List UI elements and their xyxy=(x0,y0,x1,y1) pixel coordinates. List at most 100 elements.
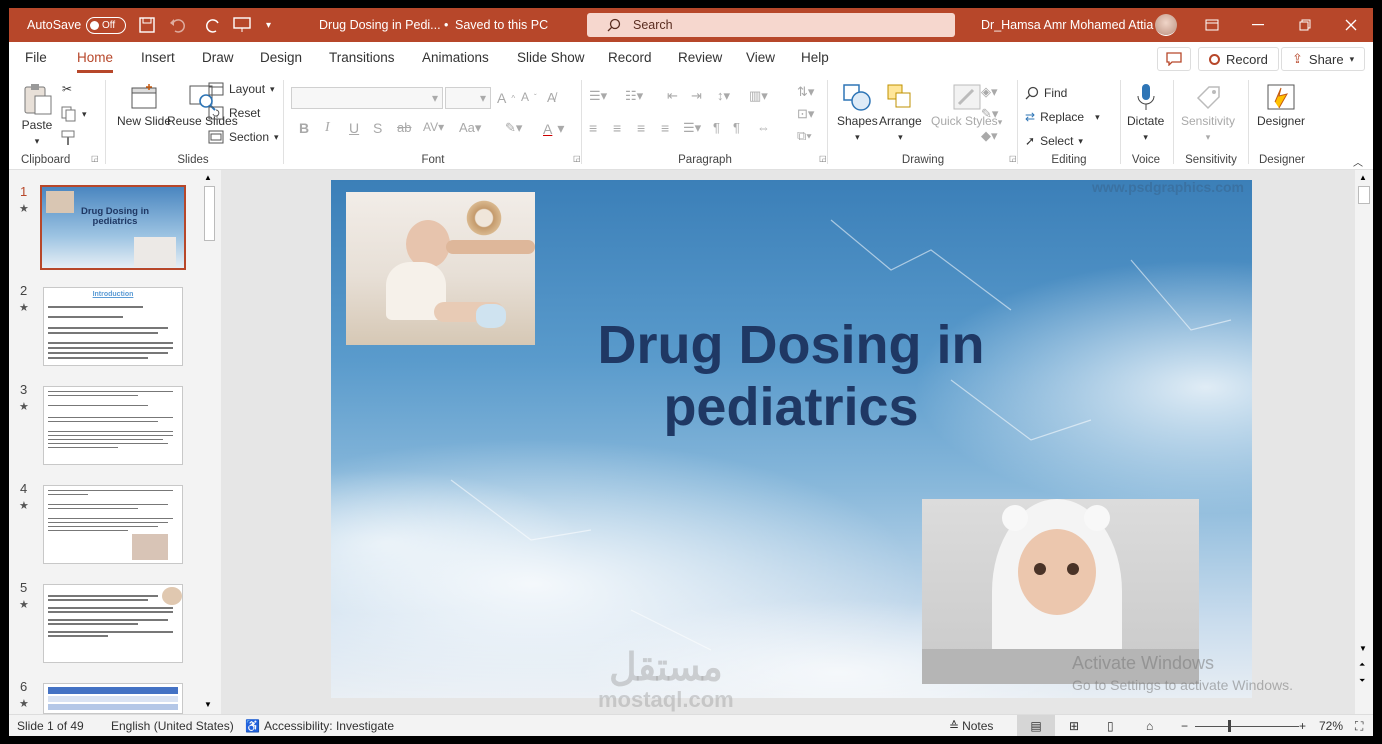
tab-animations[interactable]: Animations xyxy=(422,42,489,74)
save-icon[interactable] xyxy=(139,8,155,42)
notes-button[interactable]: ≙ Notes xyxy=(949,715,993,736)
decrease-indent-icon[interactable]: ⇤ xyxy=(667,88,678,104)
thumbnail-slide-3[interactable] xyxy=(43,386,183,465)
strikethrough-icon[interactable]: ab xyxy=(397,120,411,135)
slide-thumbnails-pane[interactable]: 1 ★ Drug Dosing in pediatrics 2 ★ Introd… xyxy=(9,170,221,714)
normal-view-icon[interactable]: ▤ xyxy=(1017,715,1055,736)
font-name-select[interactable]: ▾ xyxy=(291,87,443,109)
share-button[interactable]: ⇪ Share ▾ xyxy=(1281,47,1366,71)
paragraph-dialog-launcher-icon[interactable]: ◲ xyxy=(819,154,827,163)
align-text-icon[interactable]: ⊡▾ xyxy=(797,106,814,122)
scroll-thumb[interactable] xyxy=(1358,186,1370,204)
slide-show-icon[interactable]: ⌂ xyxy=(1146,715,1153,736)
next-slide-icon[interactable]: ⏷ xyxy=(1359,676,1365,686)
shape-outline-icon[interactable]: ✎▾ xyxy=(981,106,998,122)
scroll-up-icon[interactable]: ▲ xyxy=(204,173,212,182)
drawing-dialog-launcher-icon[interactable]: ◲ xyxy=(1009,154,1017,163)
tab-insert[interactable]: Insert xyxy=(141,42,175,74)
tab-design[interactable]: Design xyxy=(260,42,302,74)
avatar[interactable] xyxy=(1155,8,1177,42)
close-icon[interactable] xyxy=(1345,8,1357,42)
collapse-ribbon-icon[interactable]: ︿ xyxy=(1353,154,1363,169)
slide-sorter-icon[interactable]: ⊞ xyxy=(1069,715,1079,736)
restore-icon[interactable] xyxy=(1299,8,1311,42)
search-box[interactable]: Search xyxy=(587,13,955,37)
cut-icon[interactable]: ✂ xyxy=(62,82,72,96)
slide-canvas[interactable]: www.psdgraphics.com Drug Dosing in pedia… xyxy=(331,180,1252,698)
autosave-toggle[interactable]: Off xyxy=(86,8,126,42)
align-right-icon[interactable]: ≡ xyxy=(637,120,645,136)
tab-view[interactable]: View xyxy=(746,42,775,74)
tab-draw[interactable]: Draw xyxy=(202,42,234,74)
reading-view-icon[interactable]: ▯ xyxy=(1107,715,1114,736)
zoom-out-icon[interactable]: − xyxy=(1181,715,1188,736)
tab-file[interactable]: File xyxy=(25,42,47,74)
baby-photo-top[interactable] xyxy=(346,192,535,345)
format-painter-icon[interactable] xyxy=(61,130,77,146)
line-spacing-icon[interactable]: ↕▾ xyxy=(717,88,730,104)
font-color-icon[interactable]: A ▾ xyxy=(543,120,564,137)
document-title[interactable]: Drug Dosing in Pedi... xyxy=(319,8,441,42)
accessibility-status[interactable]: ♿ Accessibility: Investigate xyxy=(245,715,394,736)
customize-quick-access-icon[interactable]: ▾ xyxy=(266,8,271,42)
columns-icon[interactable]: ▥▾ xyxy=(749,88,768,104)
scroll-up-icon[interactable]: ▲ xyxy=(1359,173,1367,182)
thumbnails-scrollbar[interactable]: ▲ ▼ xyxy=(201,170,218,714)
scroll-down-icon[interactable]: ▼ xyxy=(1359,644,1367,653)
zoom-slider[interactable] xyxy=(1195,715,1299,736)
dictate-button[interactable]: Dictate ▾ xyxy=(1127,82,1164,145)
sensitivity-button[interactable]: Sensitivity ▾ xyxy=(1181,82,1235,145)
font-dialog-launcher-icon[interactable]: ◲ xyxy=(573,154,581,163)
italic-icon[interactable]: I xyxy=(325,120,330,136)
tab-home[interactable]: Home xyxy=(77,42,114,74)
previous-slide-icon[interactable]: ⏶ xyxy=(1359,660,1365,670)
increase-indent-icon[interactable]: ⇥ xyxy=(691,88,702,104)
new-slide-button[interactable]: New Slide xyxy=(117,82,171,129)
rtl-icon[interactable]: ¶ xyxy=(733,120,740,135)
align-center-icon[interactable]: ≡ xyxy=(613,120,621,136)
text-direction-icon[interactable]: ⇅▾ xyxy=(797,84,814,100)
scroll-down-icon[interactable]: ▼ xyxy=(204,700,212,709)
tab-slide-show[interactable]: Slide Show xyxy=(517,42,585,74)
undo-icon[interactable] xyxy=(169,8,187,42)
bullets-icon[interactable]: ☰▾ xyxy=(589,88,607,104)
ribbon-display-icon[interactable] xyxy=(1205,8,1219,42)
numbering-icon[interactable]: ☷▾ xyxy=(625,88,643,104)
minimize-icon[interactable] xyxy=(1252,8,1264,42)
redo-icon[interactable] xyxy=(204,8,222,42)
find-button[interactable]: Find xyxy=(1025,86,1067,100)
thumbnail-slide-4[interactable] xyxy=(43,485,183,564)
tab-review[interactable]: Review xyxy=(678,42,722,74)
language-indicator[interactable]: English (United States) xyxy=(111,715,234,736)
record-button[interactable]: Record xyxy=(1198,47,1279,71)
fit-to-window-icon[interactable]: ⛶ xyxy=(1355,715,1363,736)
replace-button[interactable]: ⇄ Replace ▾ xyxy=(1025,110,1100,124)
thumbnail-slide-1[interactable]: Drug Dosing in pediatrics xyxy=(40,185,186,270)
character-spacing-icon[interactable]: AV▾ xyxy=(423,120,444,134)
shapes-button[interactable]: Shapes ▾ xyxy=(837,82,878,145)
select-button[interactable]: ➚ Select ▾ xyxy=(1025,134,1083,148)
shadow-icon[interactable]: S xyxy=(373,120,382,136)
layout-button[interactable]: Layout ▾ xyxy=(208,82,275,96)
paste-button[interactable]: Paste ▾ xyxy=(21,82,53,149)
copy-icon[interactable]: ▾ xyxy=(61,106,87,122)
increase-font-size-icon[interactable]: A ^ xyxy=(497,90,515,106)
tab-record[interactable]: Record xyxy=(608,42,652,74)
align-left-icon[interactable]: ≡ xyxy=(589,120,597,136)
comments-button[interactable] xyxy=(1157,47,1191,71)
decrease-font-size-icon[interactable]: Aˇ xyxy=(521,90,537,104)
section-button[interactable]: Section ▾ xyxy=(208,130,279,144)
reset-button[interactable]: Reset xyxy=(208,106,260,120)
thumbnail-slide-2[interactable]: Introduction xyxy=(43,287,183,366)
present-icon[interactable] xyxy=(233,8,251,42)
zoom-in-icon[interactable]: + xyxy=(1299,715,1306,736)
bold-icon[interactable]: B xyxy=(299,120,309,136)
thumbnail-slide-6[interactable] xyxy=(43,683,183,714)
highlight-icon[interactable]: ✎▾ xyxy=(505,120,522,136)
dialog-launcher-icon[interactable]: ◲ xyxy=(91,154,99,163)
ltr-icon[interactable]: ¶ xyxy=(713,120,720,135)
tab-help[interactable]: Help xyxy=(801,42,829,74)
underline-icon[interactable]: U xyxy=(349,120,359,136)
user-name[interactable]: Dr_Hamsa Amr Mohamed Attia xyxy=(981,8,1153,42)
scroll-thumb[interactable] xyxy=(204,186,215,241)
